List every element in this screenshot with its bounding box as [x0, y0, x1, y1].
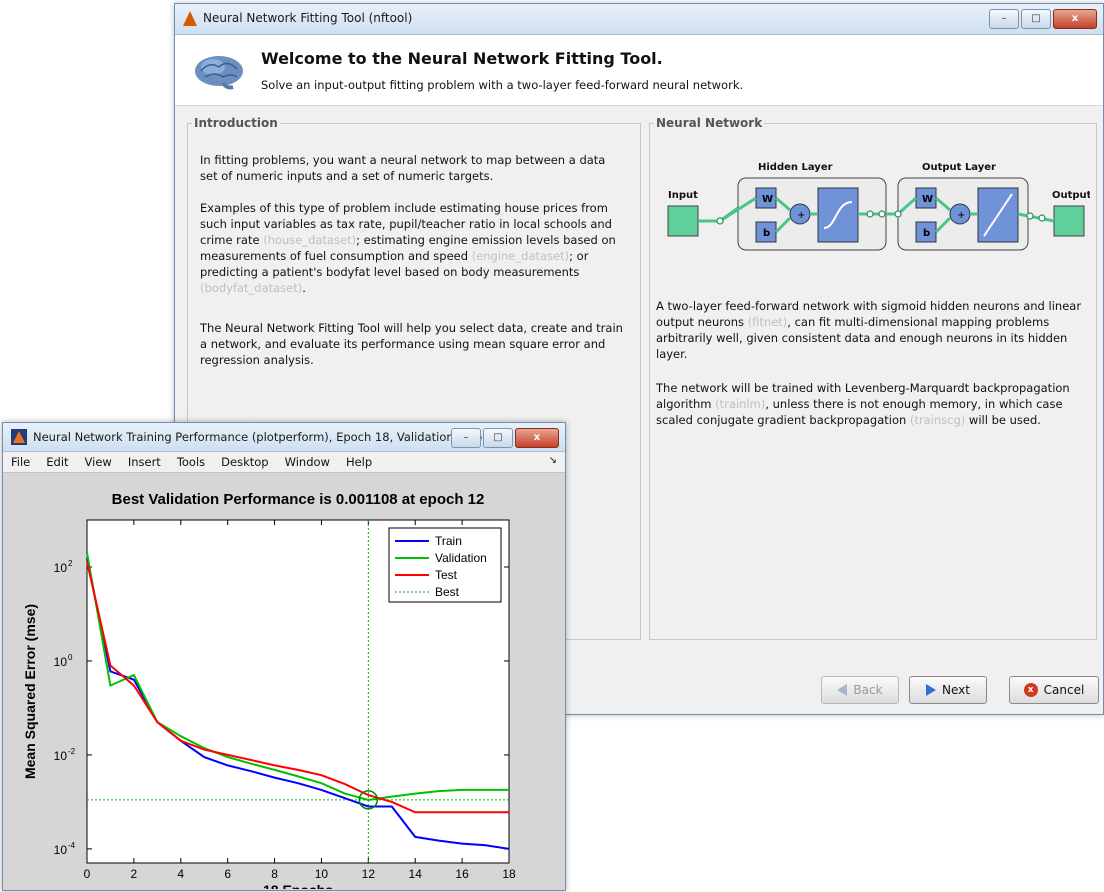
nftool-titlebar[interactable]: Neural Network Fitting Tool (nftool) – □…: [175, 4, 1103, 35]
y-tick-label: 10: [54, 749, 68, 763]
diagram-hidden-label: Hidden Layer: [758, 162, 833, 173]
intro-paragraph-1: In fitting problems, you want a neural n…: [200, 153, 606, 183]
x-tick-label: 8: [271, 867, 278, 881]
hidden-b-text: b: [763, 228, 770, 239]
y-tick-label: 10: [54, 843, 68, 857]
chart-title: Best Validation Performance is 0.001108 …: [112, 491, 485, 508]
neural-network-panel: Neural Network Input Hidden Layer Output…: [649, 116, 1097, 640]
legend-entry: Test: [435, 568, 458, 582]
welcome-subtitle: Solve an input-output fitting problem wi…: [261, 78, 744, 92]
intro-p2-text-d: .: [302, 281, 306, 295]
output-plus-text: +: [957, 210, 965, 221]
performance-plot: Best Validation Performance is 0.001108 …: [22, 491, 516, 889]
menu-desktop[interactable]: Desktop: [213, 455, 276, 469]
matlab-figure-icon: [11, 429, 27, 445]
legend-entry: Validation: [435, 551, 487, 565]
nn-paragraph-1: A two-layer feed-forward network with si…: [656, 298, 1086, 362]
y-tick-exponent: -4: [68, 841, 76, 850]
figure-menubar: File Edit View Insert Tools Desktop Wind…: [3, 452, 565, 473]
house-dataset-link[interactable]: (house_dataset): [263, 233, 356, 247]
plot-maximize-button[interactable]: □: [483, 428, 513, 448]
nn-paragraph-2: The network will be trained with Levenbe…: [656, 380, 1086, 428]
plot-close-button[interactable]: x: [515, 428, 559, 448]
trainlm-link[interactable]: (trainlm): [715, 397, 765, 411]
fitnet-link[interactable]: (fitnet): [748, 315, 788, 329]
menu-view[interactable]: View: [77, 455, 120, 469]
menu-insert[interactable]: Insert: [120, 455, 169, 469]
plotperform-window: Neural Network Training Performance (plo…: [2, 422, 566, 891]
menu-tools[interactable]: Tools: [169, 455, 213, 469]
diagram-output-label: Output: [1052, 190, 1090, 201]
x-tick-label: 10: [315, 867, 329, 881]
output-w-text: W: [922, 194, 933, 205]
window-title: Neural Network Fitting Tool (nftool): [203, 11, 413, 25]
output-node: [1053, 205, 1085, 237]
x-axis-label: 18 Epochs: [263, 882, 333, 889]
back-button[interactable]: Back: [821, 676, 899, 704]
y-tick-exponent: 0: [68, 653, 73, 662]
next-label: Next: [942, 683, 970, 697]
x-tick-label: 18: [502, 867, 516, 881]
x-tick-label: 4: [177, 867, 184, 881]
plotperform-titlebar[interactable]: Neural Network Training Performance (plo…: [3, 423, 565, 452]
cancel-icon: x: [1023, 683, 1038, 697]
back-arrow-icon: [837, 684, 848, 696]
brain-icon: [195, 56, 243, 90]
minimize-button[interactable]: –: [989, 9, 1019, 29]
back-label: Back: [853, 683, 883, 697]
nn-p2-text-c: will be used.: [965, 413, 1041, 427]
matlab-logo-icon: [183, 11, 197, 26]
maximize-button[interactable]: □: [1021, 9, 1051, 29]
next-arrow-icon: [926, 684, 937, 696]
y-tick-label: 10: [54, 561, 68, 575]
engine-dataset-link[interactable]: (engine_dataset): [472, 249, 569, 263]
cancel-button[interactable]: x Cancel: [1009, 676, 1099, 704]
x-tick-label: 0: [84, 867, 91, 881]
x-tick-label: 14: [409, 867, 423, 881]
sigmoid-transfer-block: [817, 187, 859, 243]
toolbar-overflow-icon[interactable]: ↘: [549, 455, 557, 466]
x-tick-label: 16: [455, 867, 469, 881]
diagram-input-label: Input: [668, 190, 698, 201]
trainscg-link[interactable]: (trainscg): [910, 413, 965, 427]
hidden-plus-text: +: [797, 210, 805, 221]
y-tick-label: 10: [54, 655, 68, 669]
diagram-output-layer-label: Output Layer: [922, 162, 996, 173]
plot-minimize-button[interactable]: –: [451, 428, 481, 448]
next-button[interactable]: Next: [909, 676, 987, 704]
input-node: [667, 205, 699, 237]
hidden-w-text: W: [762, 194, 773, 205]
close-button[interactable]: x: [1053, 9, 1097, 29]
menu-edit[interactable]: Edit: [38, 455, 76, 469]
plotperform-title: Neural Network Training Performance (plo…: [33, 430, 486, 444]
x-tick-label: 12: [362, 867, 376, 881]
welcome-title: Welcome to the Neural Network Fitting To…: [261, 49, 663, 68]
introduction-legend: Introduction: [194, 116, 278, 130]
menu-window[interactable]: Window: [277, 455, 338, 469]
menu-help[interactable]: Help: [338, 455, 380, 469]
y-tick-exponent: -2: [68, 747, 76, 756]
x-tick-label: 2: [131, 867, 138, 881]
cancel-label: Cancel: [1043, 683, 1085, 697]
neural-network-legend: Neural Network: [656, 116, 763, 130]
intro-paragraph-2: Examples of this type of problem include…: [200, 200, 626, 296]
welcome-header: Welcome to the Neural Network Fitting To…: [175, 35, 1103, 106]
legend-entry: Best: [435, 585, 460, 599]
network-diagram: Input Hidden Layer Output Layer Output W…: [667, 162, 1090, 251]
legend-entry: Train: [435, 534, 462, 548]
menu-file[interactable]: File: [3, 455, 38, 469]
intro-paragraph-3: The Neural Network Fitting Tool will hel…: [200, 321, 623, 367]
x-tick-label: 6: [224, 867, 231, 881]
y-axis-label: Mean Squared Error (mse): [22, 604, 38, 779]
output-b-text: b: [923, 228, 930, 239]
y-tick-exponent: 2: [68, 559, 73, 568]
bodyfat-dataset-link[interactable]: (bodyfat_dataset): [200, 281, 302, 295]
